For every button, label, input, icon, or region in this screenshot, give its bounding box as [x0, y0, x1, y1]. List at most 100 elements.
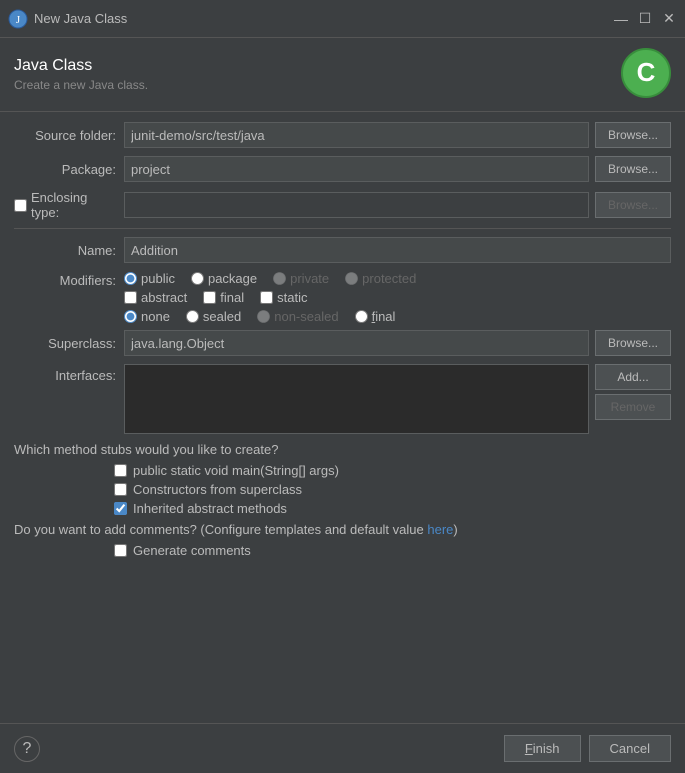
stub-constructors-label[interactable]: Constructors from superclass: [133, 482, 302, 497]
mod-non-sealed-label: non-sealed: [274, 309, 338, 324]
interfaces-remove-button: Remove: [595, 394, 671, 420]
mod-final-checkbox[interactable]: [203, 291, 216, 304]
mod-abstract-item: abstract: [124, 290, 187, 305]
enclosing-type-checkbox[interactable]: [14, 199, 27, 212]
minimize-button[interactable]: —: [613, 11, 629, 27]
mod-final2-label[interactable]: final: [372, 309, 396, 324]
svg-text:C: C: [637, 57, 656, 87]
comment-generate-label[interactable]: Generate comments: [133, 543, 251, 558]
mod-none-label[interactable]: none: [141, 309, 170, 324]
mod-final2-radio[interactable]: [355, 310, 368, 323]
superclass-row: Superclass: Browse...: [14, 330, 671, 356]
mod-protected-label: protected: [362, 271, 416, 286]
mod-non-sealed-item: non-sealed: [257, 309, 338, 324]
mod-final-item: final: [203, 290, 244, 305]
mod-static-checkbox[interactable]: [260, 291, 273, 304]
mod-static-label[interactable]: static: [277, 290, 307, 305]
enclosing-type-row: Enclosing type: Browse...: [14, 190, 671, 220]
enclosing-type-browse: Browse...: [595, 192, 671, 218]
mod-package-item: package: [191, 271, 257, 286]
superclass-browse[interactable]: Browse...: [595, 330, 671, 356]
comment-generate-checkbox[interactable]: [114, 544, 127, 557]
package-row: Package: Browse...: [14, 156, 671, 182]
form-content: Source folder: Browse... Package: Browse…: [0, 112, 685, 568]
mod-non-sealed-radio: [257, 310, 270, 323]
method-stubs-section: Which method stubs would you like to cre…: [14, 442, 671, 516]
type-group: abstract final static: [124, 290, 416, 305]
maximize-button[interactable]: ☐: [637, 11, 653, 27]
mod-abstract-checkbox[interactable]: [124, 291, 137, 304]
comments-section: Do you want to add comments? (Configure …: [14, 522, 671, 558]
svg-text:J: J: [16, 14, 21, 26]
footer-right: Finish Cancel: [504, 735, 671, 762]
source-folder-row: Source folder: Browse...: [14, 122, 671, 148]
dialog-title: Java Class: [14, 57, 148, 75]
help-button[interactable]: ?: [14, 736, 40, 762]
stub-inherited-item: Inherited abstract methods: [114, 501, 671, 516]
sealed-group: none sealed non-sealed final: [124, 309, 416, 324]
interfaces-buttons: Add... Remove: [595, 364, 671, 420]
mod-none-item: none: [124, 309, 170, 324]
title-bar-controls: — ☐ ✕: [613, 11, 677, 27]
comments-here-link[interactable]: here: [427, 522, 453, 537]
source-folder-browse[interactable]: Browse...: [595, 122, 671, 148]
package-browse[interactable]: Browse...: [595, 156, 671, 182]
stub-main-checkbox[interactable]: [114, 464, 127, 477]
stub-inherited-checkbox[interactable]: [114, 502, 127, 515]
mod-public-label[interactable]: public: [141, 271, 175, 286]
cancel-button[interactable]: Cancel: [589, 735, 671, 762]
mod-static-item: static: [260, 290, 307, 305]
superclass-input[interactable]: [124, 330, 589, 356]
mod-package-radio[interactable]: [191, 272, 204, 285]
package-input[interactable]: [124, 156, 589, 182]
dialog-footer: ? Finish Cancel: [0, 723, 685, 773]
mod-package-label[interactable]: package: [208, 271, 257, 286]
enclosing-type-label[interactable]: Enclosing type:: [31, 190, 116, 220]
interfaces-row: Interfaces: Add... Remove: [14, 364, 671, 434]
package-label: Package:: [14, 162, 124, 177]
mod-abstract-label[interactable]: abstract: [141, 290, 187, 305]
enclosing-label-area: Enclosing type:: [14, 190, 124, 220]
mod-private-radio: [273, 272, 286, 285]
stub-main-label[interactable]: public static void main(String[] args): [133, 463, 339, 478]
mod-sealed-item: sealed: [186, 309, 241, 324]
mod-protected-item: protected: [345, 271, 416, 286]
mod-none-radio[interactable]: [124, 310, 137, 323]
stub-inherited-label[interactable]: Inherited abstract methods: [133, 501, 287, 516]
mod-private-item: private: [273, 271, 329, 286]
title-bar: J New Java Class — ☐ ✕: [0, 0, 685, 38]
comment-generate-item: Generate comments: [114, 543, 671, 558]
footer-left: ?: [14, 736, 40, 762]
title-bar-text: New Java Class: [34, 11, 613, 26]
mod-sealed-radio[interactable]: [186, 310, 199, 323]
modifiers-label: Modifiers:: [14, 271, 124, 288]
mod-final-label[interactable]: final: [220, 290, 244, 305]
mod-sealed-label[interactable]: sealed: [203, 309, 241, 324]
stub-constructors-checkbox[interactable]: [114, 483, 127, 496]
dialog-header: Java Class Create a new Java class. C: [0, 38, 685, 112]
dialog-subtitle: Create a new Java class.: [14, 78, 148, 92]
modifiers-content: public package private protected: [124, 271, 416, 324]
name-label: Name:: [14, 243, 124, 258]
header-text: Java Class Create a new Java class.: [14, 57, 148, 92]
name-input[interactable]: [124, 237, 671, 263]
separator-1: [14, 228, 671, 229]
mod-public-item: public: [124, 271, 175, 286]
mod-public-radio[interactable]: [124, 272, 137, 285]
stubs-question: Which method stubs would you like to cre…: [14, 442, 671, 457]
stub-main-item: public static void main(String[] args): [114, 463, 671, 478]
mod-protected-radio: [345, 272, 358, 285]
enclosing-type-input[interactable]: [124, 192, 589, 218]
source-folder-input[interactable]: [124, 122, 589, 148]
visibility-group: public package private protected: [124, 271, 416, 286]
mod-final2-item: final: [355, 309, 396, 324]
close-button[interactable]: ✕: [661, 11, 677, 27]
stub-constructors-item: Constructors from superclass: [114, 482, 671, 497]
interfaces-label: Interfaces:: [14, 364, 124, 383]
interfaces-add-button[interactable]: Add...: [595, 364, 671, 390]
app-icon: J: [8, 9, 28, 29]
finish-button[interactable]: Finish: [504, 735, 581, 762]
interfaces-box: [124, 364, 589, 434]
name-row: Name:: [14, 237, 671, 263]
header-logo: C: [621, 48, 671, 101]
